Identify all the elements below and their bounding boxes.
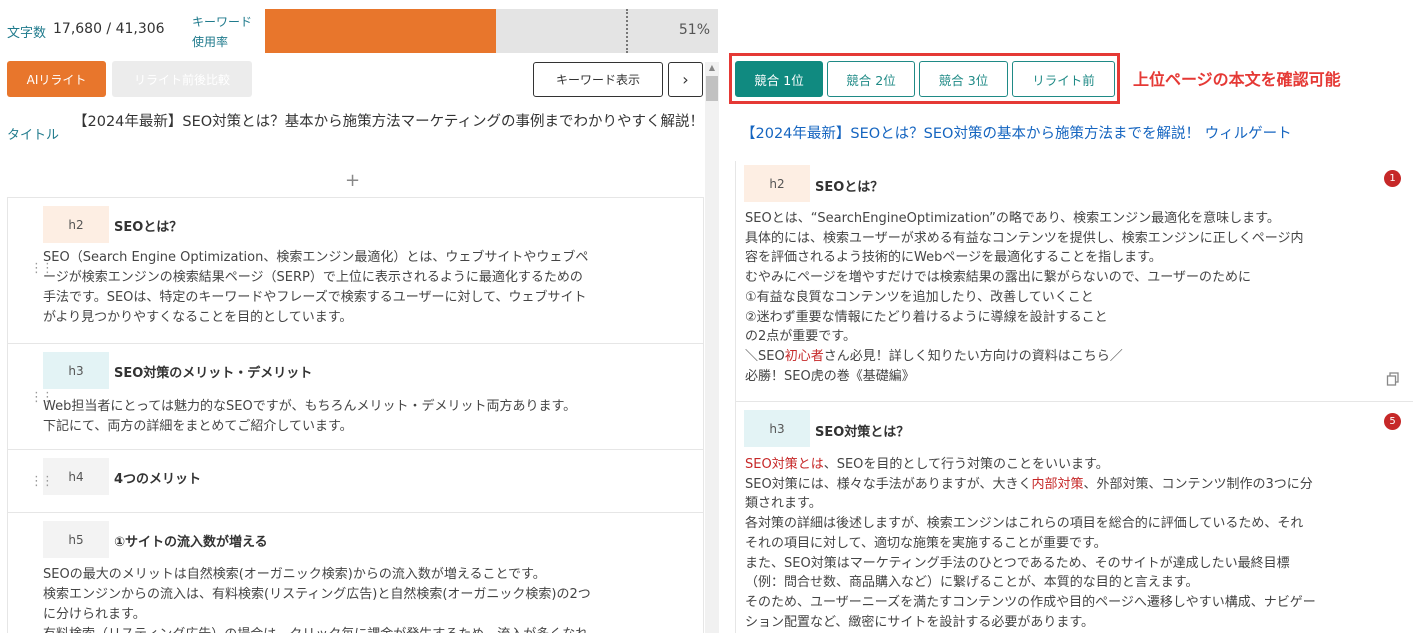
- scroll-up-icon[interactable]: ▲: [705, 62, 719, 74]
- heading-block[interactable]: h3 SEO対策のメリット・デメリット ⋮⋮ Web担当者にとっては魅力的なSE…: [7, 343, 704, 450]
- section-body: SEO対策とは、SEOを目的として行う対策のことをいいます。 SEO対策には、様…: [745, 455, 1316, 632]
- body-line: SEO（Search Engine Optimization、検索エンジン最適化…: [43, 250, 589, 265]
- text: 、外部対策、コンテンツ制作の3つに分: [1083, 476, 1313, 492]
- body-line: 手法です。SEOは、特定のキーワードやフレーズで検索するユーザーに対して、ウェブ…: [43, 290, 587, 305]
- body-line: （例：問合せ数、商品購入など）に繋げることが、本質的な目的と言えます。: [745, 575, 1199, 591]
- keyword-rate-percent: 51%: [678, 22, 710, 38]
- copy-icon[interactable]: [1386, 372, 1400, 386]
- drag-handle-icon[interactable]: ⋮⋮: [30, 474, 54, 489]
- editor-screen: 文字数 17,680 / 41,306 キーワード 使用率 51% AIリライト…: [0, 0, 1413, 633]
- text: さん必見！詳しく知りたい方向けの資料はこちら／: [823, 348, 1123, 364]
- heading-text[interactable]: SEOとは？: [114, 216, 182, 235]
- tab-competitor-1[interactable]: 競合 1位: [735, 61, 823, 97]
- competitor-title[interactable]: 【2024年最新】SEOとは？SEO対策の基本から施策方法までを解説！ ウィルゲ…: [741, 122, 1292, 143]
- occurrence-badge: 1: [1384, 170, 1401, 187]
- body-line: ②迷わず重要な情報にたどり着けるように導線を設計すること: [745, 309, 1108, 325]
- block-body[interactable]: SEO（Search Engine Optimization、検索エンジン最適化…: [43, 248, 588, 328]
- body-line: ①有益な良質なコンテンツを追加したり、改善していくこと: [745, 289, 1094, 305]
- keyword-highlight: 初心者: [784, 348, 824, 364]
- heading-text: SEOとは？: [815, 180, 884, 195]
- heading-level-badge: h2: [744, 165, 810, 202]
- body-line: ージが検索エンジンの検索結果ページ（SERP）で上位に表示されるように最適化する…: [43, 270, 583, 285]
- ai-rewrite-button[interactable]: AIリライト: [7, 61, 106, 97]
- heading-level-badge: h5: [43, 521, 109, 558]
- body-line: SEO対策とは、SEOを目的として行う対策のことをいいます。: [745, 455, 1316, 475]
- heading-level-badge: h2: [43, 206, 109, 243]
- divider: [736, 401, 1413, 402]
- body-line: の2点が重要です。: [745, 329, 856, 345]
- keyword-rate-bar-fill: [265, 9, 497, 53]
- word-count-label: 文字数: [7, 26, 47, 41]
- section-body: SEOとは、“SearchEngineOptimization”の略であり、検索…: [745, 209, 1303, 386]
- body-line: SEOとは、“SearchEngineOptimization”の略であり、検索…: [745, 211, 1280, 226]
- heading-text[interactable]: SEO対策のメリット・デメリット: [114, 362, 312, 381]
- annotation-label: 上位ページの本文を確認可能: [1133, 70, 1341, 89]
- heading-level-badge: h3: [744, 410, 810, 447]
- heading-level-badge: h4: [43, 458, 109, 495]
- chevron-right-icon[interactable]: ›: [668, 62, 703, 97]
- keyword-rate-label-line2: 使用率: [192, 35, 229, 49]
- keyword-rate-label: キーワード 使用率: [192, 12, 252, 52]
- scrollbar[interactable]: [705, 62, 719, 633]
- body-line: Web担当者にとっては魅力的なSEOですが、もちろんメリット・デメリット両方あり…: [43, 399, 577, 414]
- tab-before-rewrite[interactable]: リライト前: [1012, 61, 1115, 97]
- keyword-rate-bar: [265, 9, 718, 53]
- body-line: 容を評価されるよう技術的にWebページを最適化することを指します。: [745, 250, 1162, 266]
- body-line: 必勝！SEO虎の巻《基礎編》: [745, 368, 915, 384]
- body-line: そのため、ユーザーニーズを満たすコンテンツの作成や目的ページへ遷移しやすい構成、…: [745, 594, 1316, 610]
- body-line: 具体的には、検索ユーザーが求める有益なコンテンツを提供し、検索エンジンに正しくペ…: [745, 230, 1304, 246]
- block-body[interactable]: SEOの最大のメリットは自然検索(オーガニック検索)からの流入数が増えることです…: [43, 565, 591, 633]
- keyword-target-marker: [626, 9, 628, 53]
- keyword-rate-label-line1: キーワード: [192, 15, 253, 29]
- text: ＼SEO: [745, 348, 785, 364]
- body-line: ション配置など、緻密にサイトを設計する必要があります。: [745, 614, 1095, 630]
- scrollbar-thumb[interactable]: [706, 76, 718, 101]
- body-line: また、SEO対策はマーケティング手法のひとつであるため、そのサイトが達成したい最…: [745, 555, 1290, 571]
- text: SEO対策には、様々な手法がありますが、大きく: [745, 476, 1032, 492]
- body-line: に分けられます。: [43, 607, 146, 622]
- body-line: それの項目に対して、適切な施策を実施することが重要です。: [745, 535, 1107, 551]
- body-line: 有料検索（リスティング広告）の場合は、クリック毎に課金が発生するため、流入が多く…: [43, 625, 591, 633]
- heading-block[interactable]: h5 ①サイトの流入数が増える SEOの最大のメリットは自然検索(オーガニック検…: [7, 512, 704, 633]
- body-line: SEO対策には、様々な手法がありますが、大きく内部対策、外部対策、コンテンツ制作…: [745, 475, 1316, 495]
- occurrence-badge: 5: [1384, 413, 1401, 430]
- tab-competitor-3[interactable]: 競合 3位: [919, 61, 1008, 97]
- keyword-display-button[interactable]: キーワード表示: [533, 62, 663, 97]
- word-count-value: 17,680 / 41,306: [53, 21, 165, 37]
- body-line: 各対策の詳細は後述しますが、検索エンジンはこれらの項目を総合的に評価しているため…: [745, 516, 1304, 532]
- body-line: 検索エンジンからの流入は、有料検索(リスティング広告)と自然検索(オーガニック検…: [43, 587, 591, 602]
- tab-competitor-2[interactable]: 競合 2位: [827, 61, 915, 97]
- heading-block[interactable]: h2 SEOとは？ ⋮⋮ SEO（Search Engine Optimizat…: [7, 197, 704, 344]
- heading-text[interactable]: ①サイトの流入数が増える: [114, 531, 268, 550]
- body-line: SEOの最大のメリットは自然検索(オーガニック検索)からの流入数が増えることです…: [43, 567, 546, 582]
- body-line: 下記にて、両方の詳細をまとめてご紹介しています。: [43, 419, 353, 434]
- keyword-highlight: SEO対策とは: [745, 457, 824, 472]
- body-line: 類されます。: [745, 496, 822, 512]
- body-line: ＼SEO初心者さん必見！詳しく知りたい方向けの資料はこちら／: [745, 347, 1303, 367]
- heading-block[interactable]: h4 4つのメリット ⋮⋮: [7, 449, 704, 513]
- body-line: がより見つかりやすくなることを目的としています。: [43, 310, 353, 325]
- compare-button[interactable]: リライト前後比較: [112, 61, 252, 97]
- text: 、SEOを目的として行う対策のことをいいます。: [823, 457, 1109, 472]
- heading-text: SEO対策とは？: [815, 425, 910, 440]
- body-line: むやみにページを増やすだけでは検索結果の露出に繋がらないので、ユーザーのために: [745, 270, 1251, 286]
- heading-level-badge: h3: [43, 352, 109, 389]
- heading-text[interactable]: 4つのメリット: [114, 468, 201, 487]
- divider: [735, 161, 736, 633]
- block-body[interactable]: Web担当者にとっては魅力的なSEOですが、もちろんメリット・デメリット両方あり…: [43, 397, 576, 437]
- add-block-icon[interactable]: +: [345, 170, 360, 191]
- title-label: タイトル: [7, 128, 60, 143]
- keyword-highlight: 内部対策: [1031, 476, 1084, 492]
- article-title[interactable]: 【2024年最新】SEO対策とは？基本から施策方法マーケティングの事例までわかり…: [73, 111, 705, 133]
